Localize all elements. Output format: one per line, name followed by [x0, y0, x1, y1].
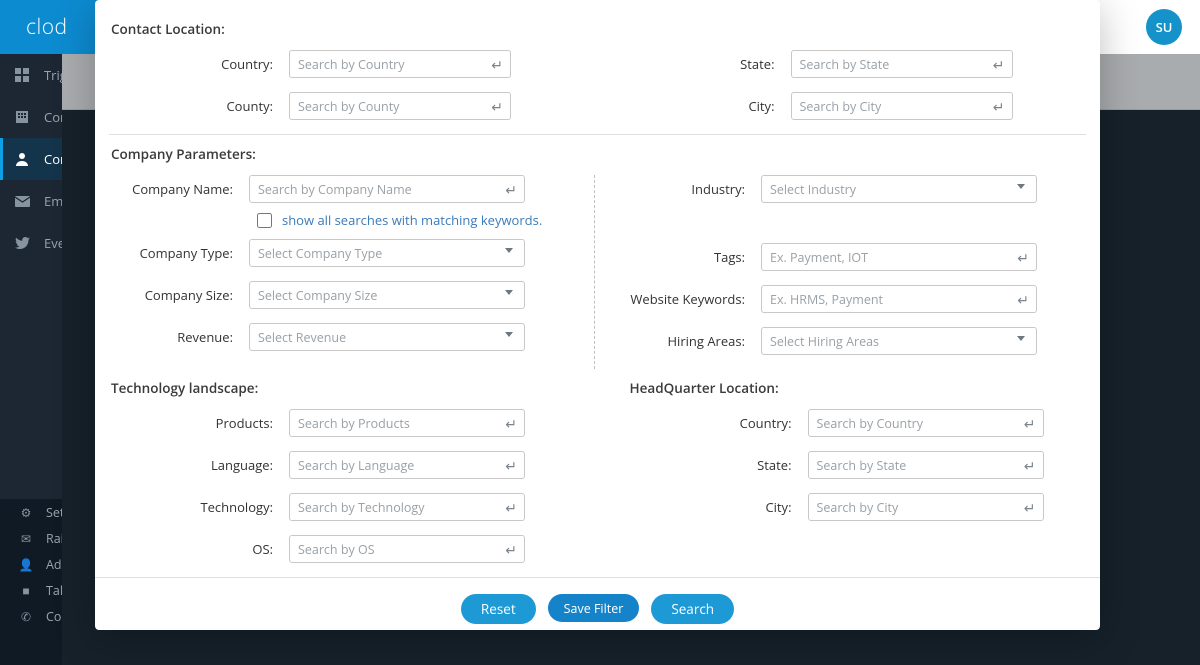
section-hq: HeadQuarter Location:: [630, 379, 1087, 397]
sidebar-item-label: Eve: [44, 234, 62, 252]
sidebar-item[interactable]: ⚙ Sett: [0, 499, 62, 525]
show-all-checkbox[interactable]: [257, 213, 272, 228]
reset-button[interactable]: Reset: [461, 594, 536, 624]
sidebar-item-label: Em: [44, 192, 62, 210]
sidebar-item[interactable]: Em: [0, 180, 62, 222]
hq-city-input[interactable]: [808, 493, 1044, 521]
section-tech: Technology landscape:: [111, 379, 568, 397]
label-tags: Tags:: [621, 248, 761, 266]
bird-icon: [14, 237, 30, 250]
label-website-keywords: Website Keywords:: [621, 290, 761, 308]
os-input[interactable]: [289, 535, 525, 563]
sidebar-item[interactable]: 👤 Adm: [0, 551, 62, 577]
sidebar-item[interactable]: ✆ Cont: [0, 603, 62, 629]
label-company-name: Company Name:: [109, 180, 249, 198]
label-hq-state: State:: [628, 456, 808, 474]
sidebar-item-label: Sett: [46, 504, 62, 521]
sidebar-item[interactable]: Con: [0, 138, 62, 180]
label-city: City:: [611, 97, 791, 115]
sidebar-item[interactable]: Con: [0, 96, 62, 138]
label-industry: Industry:: [621, 180, 761, 198]
company-type-select[interactable]: Select Company Type: [249, 239, 525, 267]
tags-input[interactable]: [761, 243, 1037, 271]
modal-footer: Reset Save Filter Search: [95, 577, 1100, 630]
divider: [109, 134, 1086, 135]
sidebar-item-label: Adm: [46, 556, 62, 573]
label-company-type: Company Type:: [109, 244, 249, 262]
company-name-input[interactable]: [249, 175, 525, 203]
label-country: Country:: [109, 55, 289, 73]
mail-icon: [14, 196, 30, 207]
brand-text: clod: [26, 13, 68, 41]
sidebar-item-label: Con: [44, 150, 62, 168]
avatar[interactable]: SU: [1146, 9, 1182, 45]
sidebar-item-label: Cont: [46, 608, 62, 625]
hq-state-input[interactable]: [808, 451, 1044, 479]
company-size-select[interactable]: Select Company Size: [249, 281, 525, 309]
industry-select[interactable]: Select Industry: [761, 175, 1037, 203]
contact-city-input[interactable]: [791, 92, 1013, 120]
label-products: Products:: [109, 414, 289, 432]
contact-state-input[interactable]: [791, 50, 1013, 78]
label-revenue: Revenue:: [109, 328, 249, 346]
label-os: OS:: [109, 540, 289, 558]
video-icon: ■: [18, 582, 34, 599]
sidebar-item-label: Trig: [44, 66, 62, 84]
contact-country-input[interactable]: [289, 50, 511, 78]
contact-county-input[interactable]: [289, 92, 511, 120]
sidebar: Trig Con Con Em Eve ⚙S: [0, 54, 62, 665]
label-hq-country: Country:: [628, 414, 808, 432]
label-language: Language:: [109, 456, 289, 474]
label-county: County:: [109, 97, 289, 115]
mail-icon: ✉: [18, 530, 34, 547]
technology-input[interactable]: [289, 493, 525, 521]
label-technology: Technology:: [109, 498, 289, 516]
person-icon: [14, 152, 30, 166]
label-state: State:: [611, 55, 791, 73]
sidebar-item-label: Raise: [46, 530, 62, 547]
sidebar-bottom: ⚙ Sett ✉ Raise 👤 Adm ■ Take ✆ Cont: [0, 499, 62, 665]
section-contact-location: Contact Location:: [111, 20, 1086, 38]
sidebar-item[interactable]: ✉ Raise: [0, 525, 62, 551]
hiring-areas-select[interactable]: Select Hiring Areas: [761, 327, 1037, 355]
show-all-label: show all searches with matching keywords…: [282, 211, 542, 229]
label-hiring: Hiring Areas:: [621, 332, 761, 350]
label-company-size: Company Size:: [109, 286, 249, 304]
revenue-select[interactable]: Select Revenue: [249, 323, 525, 351]
dashboard-icon: [14, 68, 30, 83]
phone-icon: ✆: [18, 608, 34, 625]
sidebar-item-label: Take: [46, 582, 62, 599]
website-keywords-input[interactable]: [761, 285, 1037, 313]
label-hq-city: City:: [628, 498, 808, 516]
hq-country-input[interactable]: [808, 409, 1044, 437]
sidebar-item[interactable]: Eve: [0, 222, 62, 264]
language-input[interactable]: [289, 451, 525, 479]
search-button[interactable]: Search: [651, 594, 734, 624]
gear-icon: ⚙: [18, 504, 34, 521]
sidebar-item-label: Con: [44, 108, 62, 126]
avatar-initials: SU: [1156, 18, 1173, 36]
save-filter-button[interactable]: Save Filter: [548, 594, 640, 622]
building-icon: [14, 110, 30, 124]
sidebar-item[interactable]: ■ Take: [0, 577, 62, 603]
user-icon: 👤: [18, 556, 34, 573]
search-filter-modal: Contact Location: Country: ↵ County:: [95, 0, 1100, 630]
sidebar-item[interactable]: Trig: [0, 54, 62, 96]
products-input[interactable]: [289, 409, 525, 437]
section-company-params: Company Parameters:: [111, 145, 1086, 163]
